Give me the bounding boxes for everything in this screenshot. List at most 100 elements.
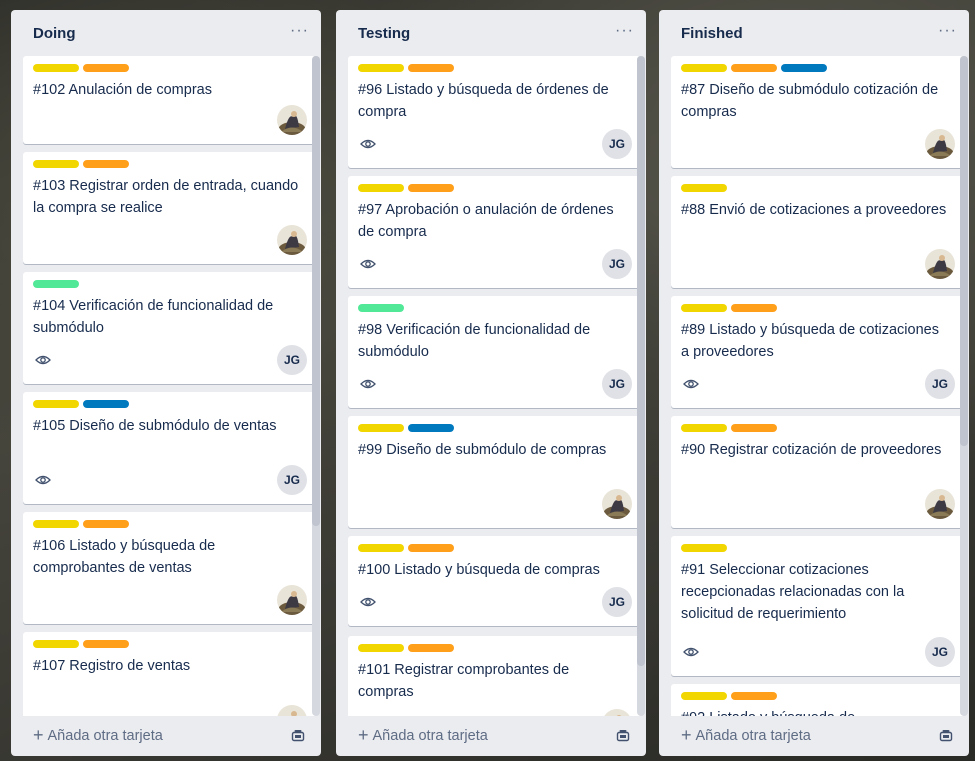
label-orange[interactable] (408, 64, 454, 72)
card[interactable]: #91 Seleccionar cotizaciones recepcionad… (671, 536, 963, 676)
card[interactable]: #96 Listado y búsqueda de órdenes de com… (348, 56, 640, 168)
label-blue[interactable] (781, 64, 827, 72)
label-yellow[interactable] (681, 544, 727, 552)
list-doing: Doing ··· #102 Anulación de compras #103 Re… (11, 10, 321, 756)
card[interactable]: #103 Registrar orden de entrada, cuando … (23, 152, 315, 264)
card-title: #101 Registrar comprobantes de compras (358, 662, 570, 700)
label-orange[interactable] (731, 692, 777, 700)
list-menu-icon[interactable]: ··· (938, 22, 957, 40)
label-yellow[interactable] (681, 692, 727, 700)
card-title: #87 Diseño de submódulo cotización de co… (681, 82, 939, 120)
label-orange[interactable] (83, 640, 129, 648)
card-labels (681, 692, 777, 700)
card[interactable]: #104 Verificación de funcionalidad de su… (23, 272, 315, 384)
label-yellow[interactable] (33, 64, 79, 72)
card[interactable]: #106 Listado y búsqueda de comprobantes … (23, 512, 315, 624)
label-orange[interactable] (731, 304, 777, 312)
label-yellow[interactable] (681, 424, 727, 432)
card[interactable]: #105 Diseño de submódulo de ventas JG (23, 392, 315, 504)
label-yellow[interactable] (33, 400, 79, 408)
scrollbar-thumb[interactable] (637, 56, 645, 666)
list-footer: + Añada otra tarjeta (11, 716, 321, 756)
list-title[interactable]: Finished (681, 25, 743, 42)
label-yellow[interactable] (681, 64, 727, 72)
card-labels (358, 304, 404, 312)
label-orange[interactable] (731, 64, 777, 72)
card[interactable]: #98 Verificación de funcionalidad de sub… (348, 296, 640, 408)
member-avatar[interactable]: JG (602, 587, 632, 617)
member-avatar[interactable]: JG (277, 345, 307, 375)
member-avatar-photo[interactable] (277, 105, 307, 135)
scrollbar[interactable] (960, 56, 968, 716)
list-menu-icon[interactable]: ··· (615, 22, 634, 40)
card[interactable]: #100 Listado y búsqueda de compras JG (348, 536, 640, 626)
card[interactable]: #88 Envió de cotizaciones a proveedores (671, 176, 963, 288)
member-avatar[interactable]: JG (277, 465, 307, 495)
card[interactable]: #92 Listado y búsqueda de (671, 684, 963, 716)
card[interactable]: #90 Registrar cotización de proveedores (671, 416, 963, 528)
list-title[interactable]: Doing (33, 25, 76, 42)
label-orange[interactable] (83, 520, 129, 528)
label-green[interactable] (358, 304, 404, 312)
label-yellow[interactable] (33, 640, 79, 648)
label-orange[interactable] (83, 64, 129, 72)
card-template-icon[interactable] (939, 729, 953, 743)
member-avatar-photo[interactable] (602, 709, 632, 716)
member-avatar[interactable]: JG (925, 369, 955, 399)
card[interactable]: #102 Anulación de compras (23, 56, 315, 144)
scrollbar-thumb[interactable] (312, 56, 320, 526)
member-avatar[interactable]: JG (602, 249, 632, 279)
card[interactable]: #107 Registro de ventas (23, 632, 315, 716)
add-card-button[interactable]: + Añada otra tarjeta (681, 725, 811, 746)
member-avatar-photo[interactable] (925, 129, 955, 159)
label-yellow[interactable] (681, 304, 727, 312)
member-avatar-photo[interactable] (277, 225, 307, 255)
card-container: #96 Listado y búsqueda de órdenes de com… (336, 56, 646, 716)
member-avatar[interactable]: JG (925, 637, 955, 667)
label-green[interactable] (33, 280, 79, 288)
list-title[interactable]: Testing (358, 25, 410, 42)
label-orange[interactable] (731, 424, 777, 432)
label-orange[interactable] (408, 184, 454, 192)
plus-icon: + (33, 725, 44, 745)
label-yellow[interactable] (358, 64, 404, 72)
add-card-button[interactable]: + Añada otra tarjeta (358, 725, 488, 746)
card[interactable]: #87 Diseño de submódulo cotización de co… (671, 56, 963, 168)
card-template-icon[interactable] (616, 729, 630, 743)
scrollbar[interactable] (637, 56, 645, 716)
card[interactable]: #89 Listado y búsqueda de cotizaciones a… (671, 296, 963, 408)
card-title: #104 Verificación de funcionalidad de su… (33, 298, 274, 336)
card[interactable]: #97 Aprobación o anulación de órdenes de… (348, 176, 640, 288)
label-orange[interactable] (408, 544, 454, 552)
member-avatar[interactable]: JG (602, 129, 632, 159)
scrollbar-thumb[interactable] (960, 56, 968, 446)
label-yellow[interactable] (33, 520, 79, 528)
member-avatar-photo[interactable] (277, 705, 307, 716)
member-avatar-photo[interactable] (925, 249, 955, 279)
label-yellow[interactable] (358, 644, 404, 652)
label-yellow[interactable] (358, 184, 404, 192)
card-labels (358, 644, 454, 652)
card[interactable]: #99 Diseño de submódulo de compras (348, 416, 640, 528)
label-blue[interactable] (408, 424, 454, 432)
add-card-button[interactable]: + Añada otra tarjeta (33, 725, 163, 746)
list-testing: Testing ··· #96 Listado y búsqueda de órde… (336, 10, 646, 756)
label-orange[interactable] (408, 644, 454, 652)
label-yellow[interactable] (33, 160, 79, 168)
list-menu-icon[interactable]: ··· (290, 22, 309, 40)
member-avatar-photo[interactable] (925, 489, 955, 519)
eye-icon (35, 352, 51, 368)
label-blue[interactable] (83, 400, 129, 408)
member-avatar-photo[interactable] (602, 489, 632, 519)
card-title: #103 Registrar orden de entrada, cuando … (33, 178, 299, 216)
label-yellow[interactable] (358, 544, 404, 552)
label-yellow[interactable] (681, 184, 727, 192)
scrollbar[interactable] (312, 56, 320, 716)
card-template-icon[interactable] (291, 729, 305, 743)
member-avatar-photo[interactable] (277, 585, 307, 615)
plus-icon: + (358, 725, 369, 745)
label-orange[interactable] (83, 160, 129, 168)
label-yellow[interactable] (358, 424, 404, 432)
card[interactable]: #101 Registrar comprobantes de compras (348, 636, 640, 716)
member-avatar[interactable]: JG (602, 369, 632, 399)
